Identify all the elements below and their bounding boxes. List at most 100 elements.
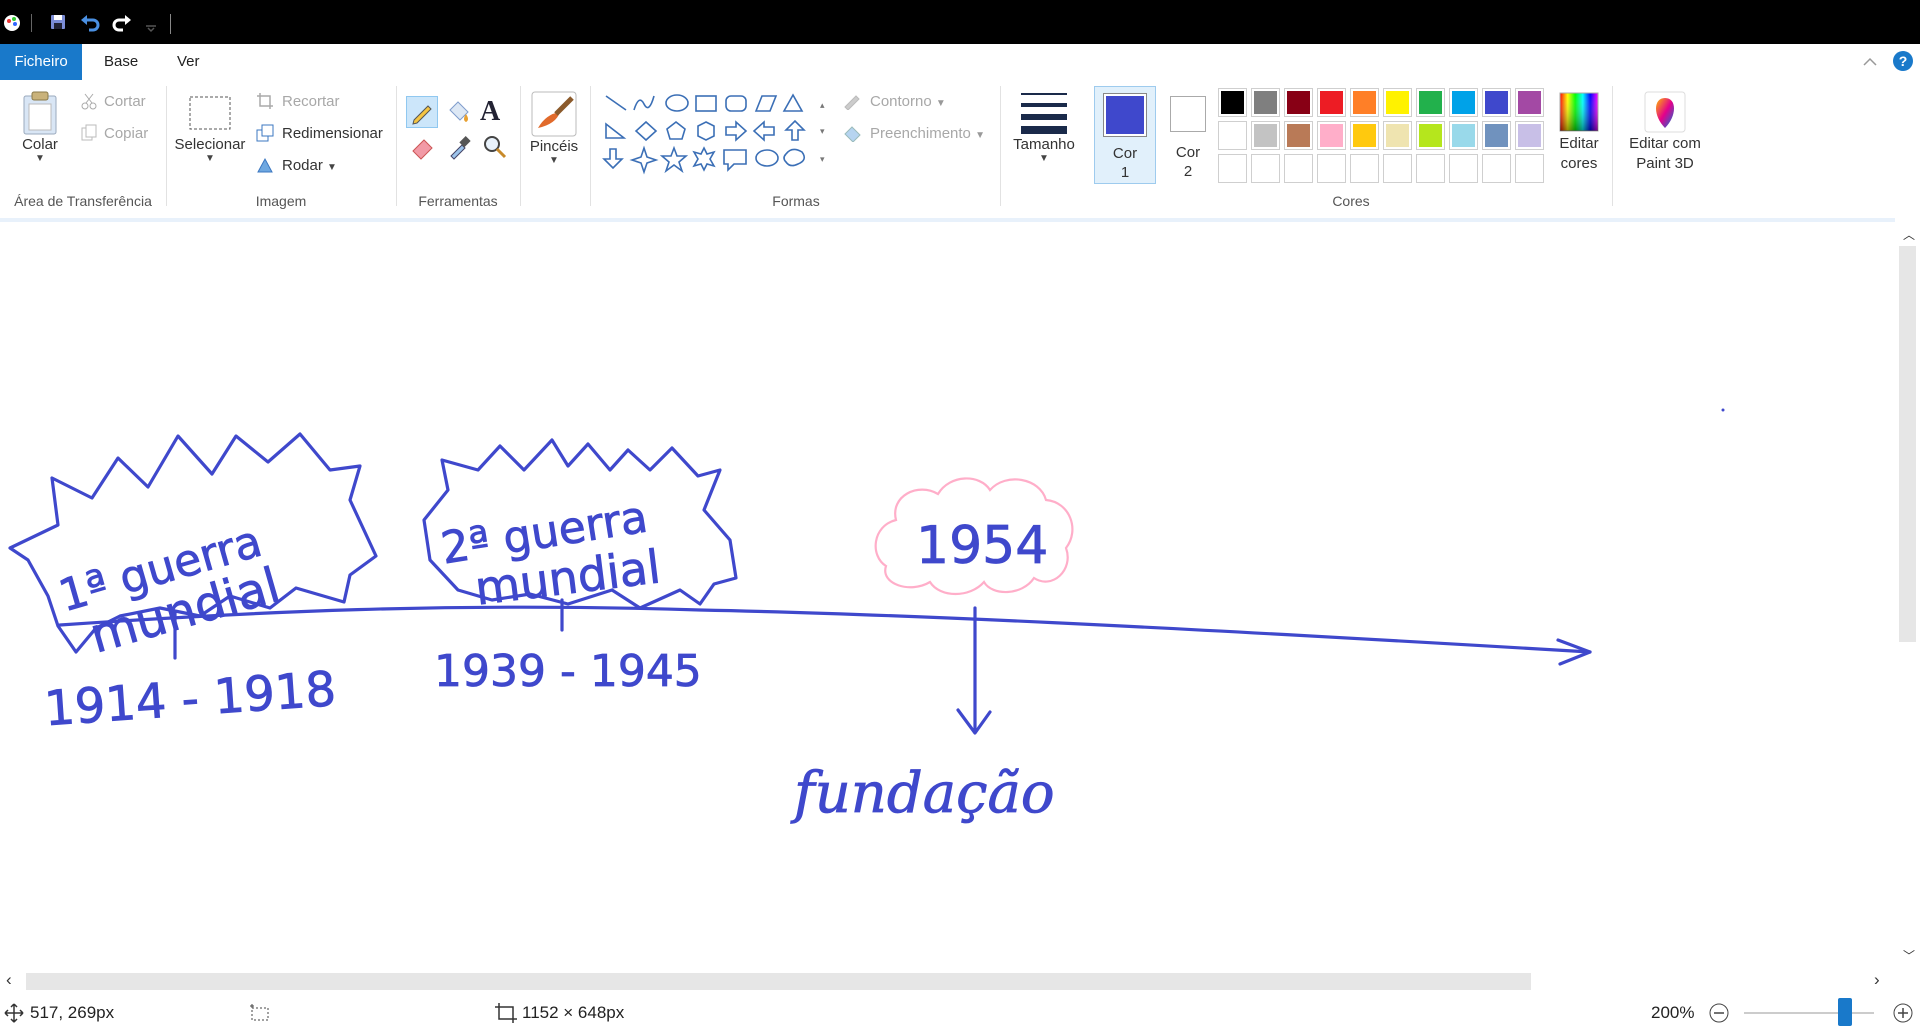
horizontal-scroll-thumb[interactable] bbox=[26, 973, 1531, 990]
paint3d-line1: Editar com bbox=[1629, 135, 1701, 152]
qat-divider bbox=[170, 14, 171, 34]
pencil-tool[interactable] bbox=[406, 96, 438, 128]
clipboard-icon bbox=[23, 91, 57, 135]
chevron-down-icon: ▼ bbox=[1039, 153, 1049, 164]
collapse-ribbon-icon[interactable] bbox=[1862, 54, 1878, 68]
palette-swatch-color bbox=[1452, 124, 1475, 147]
zoom-slider-track[interactable] bbox=[1744, 1012, 1874, 1014]
palette-custom-slot[interactable] bbox=[1383, 154, 1412, 183]
palette-swatch[interactable] bbox=[1218, 88, 1247, 117]
palette-swatch[interactable] bbox=[1416, 88, 1445, 117]
scroll-up-icon[interactable]: ︿ bbox=[1903, 226, 1915, 243]
redo-icon[interactable] bbox=[110, 10, 134, 34]
zoom-out-button[interactable] bbox=[1708, 1002, 1730, 1024]
text-tool-icon[interactable]: A bbox=[480, 96, 500, 128]
palette-custom-slot[interactable] bbox=[1251, 154, 1280, 183]
undo-icon[interactable] bbox=[78, 10, 102, 34]
copy-button[interactable]: Copiar bbox=[104, 125, 148, 142]
palette-swatch[interactable] bbox=[1383, 121, 1412, 150]
palette-swatch[interactable] bbox=[1482, 88, 1511, 117]
palette-swatch[interactable] bbox=[1350, 121, 1379, 150]
year-1954: 1954 bbox=[916, 516, 1048, 576]
customize-qat-icon[interactable] bbox=[140, 10, 164, 34]
palette-swatch-color bbox=[1287, 91, 1310, 114]
palette-swatch-color bbox=[1320, 124, 1343, 147]
palette-swatch[interactable] bbox=[1416, 121, 1445, 150]
palette-swatch[interactable] bbox=[1449, 121, 1478, 150]
color-picker-tool[interactable] bbox=[444, 132, 474, 162]
scroll-left-icon[interactable]: ‹ bbox=[6, 970, 12, 990]
palette-swatch[interactable] bbox=[1515, 121, 1544, 150]
brushes-button[interactable]: Pincéis ▼ bbox=[524, 90, 584, 166]
resize-button[interactable]: Redimensionar bbox=[282, 125, 383, 142]
palette-custom-slot[interactable] bbox=[1218, 154, 1247, 183]
scroll-down-icon[interactable]: ﹀ bbox=[1903, 947, 1915, 964]
palette-swatch[interactable] bbox=[1284, 121, 1313, 150]
palette-custom-slot[interactable] bbox=[1515, 154, 1544, 183]
palette-custom-slot[interactable] bbox=[1317, 154, 1346, 183]
pencil-icon bbox=[412, 105, 432, 125]
crop-button[interactable]: Recortar bbox=[282, 93, 340, 110]
palette-custom-slot[interactable] bbox=[1416, 154, 1445, 183]
palette-swatch[interactable] bbox=[1317, 121, 1346, 150]
copy-icon bbox=[80, 124, 98, 142]
help-icon[interactable]: ? bbox=[1892, 50, 1914, 72]
eraser-tool[interactable] bbox=[408, 132, 438, 162]
rotate-button[interactable]: Rodar ▼ bbox=[282, 157, 337, 174]
palette-swatch[interactable] bbox=[1350, 88, 1379, 117]
palette-swatch[interactable] bbox=[1317, 88, 1346, 117]
palette-swatch[interactable] bbox=[1251, 88, 1280, 117]
qat-divider bbox=[31, 14, 32, 32]
zoom-slider-thumb[interactable] bbox=[1838, 998, 1853, 1026]
palette-custom-slot[interactable] bbox=[1482, 154, 1511, 183]
ribbon-tabs: Ficheiro Base Ver ? bbox=[0, 44, 1920, 80]
timeline-line bbox=[58, 605, 1592, 654]
drawing-svg: 1ª guerra mundial 2ª guerra mundial 1954… bbox=[8, 408, 1725, 826]
edit-paint3d-button[interactable]: Editar com Paint 3D bbox=[1620, 90, 1710, 174]
group-divider bbox=[520, 86, 521, 206]
palette-swatch[interactable] bbox=[1482, 121, 1511, 150]
palette-swatch[interactable] bbox=[1449, 88, 1478, 117]
palette-swatch[interactable] bbox=[1284, 88, 1313, 117]
palette-swatch-color bbox=[1254, 124, 1277, 147]
resize-icon bbox=[256, 124, 274, 142]
paint-app-icon[interactable] bbox=[0, 10, 24, 34]
palette-custom-slot[interactable] bbox=[1350, 154, 1379, 183]
palette-swatch[interactable] bbox=[1218, 121, 1247, 150]
size-button[interactable]: Tamanho ▼ bbox=[1006, 90, 1082, 164]
fill-tool[interactable] bbox=[444, 96, 474, 126]
palette-swatch[interactable] bbox=[1515, 88, 1544, 117]
color1-button[interactable]: Cor 1 bbox=[1094, 86, 1156, 184]
outline-label: Contorno bbox=[870, 93, 932, 110]
canvas-size: 1152 × 648px bbox=[522, 1003, 625, 1022]
shapes-gallery[interactable]: ▴ ▾ ▾ bbox=[602, 92, 842, 186]
magnifier-tool[interactable] bbox=[480, 132, 510, 162]
save-icon[interactable] bbox=[46, 10, 70, 34]
drawing-canvas[interactable]: 1ª guerra mundial 2ª guerra mundial 1954… bbox=[0, 222, 1895, 967]
cut-button[interactable]: Cortar bbox=[104, 93, 146, 110]
tab-file[interactable]: Ficheiro bbox=[0, 44, 82, 80]
tab-view[interactable]: Ver bbox=[163, 44, 214, 80]
palette-swatch[interactable] bbox=[1383, 88, 1412, 117]
zoom-in-icon bbox=[1893, 1003, 1913, 1023]
select-button[interactable]: Selecionar ▼ bbox=[172, 94, 248, 164]
color2-button[interactable]: Cor 2 bbox=[1160, 86, 1212, 184]
fill-button[interactable]: Preenchimento ▼ bbox=[870, 125, 985, 142]
vertical-scroll-thumb[interactable] bbox=[1899, 246, 1916, 642]
eraser-icon bbox=[412, 139, 433, 160]
scroll-right-icon[interactable]: › bbox=[1874, 970, 1880, 990]
edit-colors-button[interactable]: Editar cores bbox=[1548, 90, 1610, 174]
vertical-scrollbar[interactable]: ︿ ﹀ bbox=[1895, 222, 1920, 967]
palette-custom-slot[interactable] bbox=[1284, 154, 1313, 183]
brush-icon bbox=[531, 91, 577, 137]
palette-swatch[interactable] bbox=[1251, 121, 1280, 150]
tab-home[interactable]: Base bbox=[90, 44, 152, 80]
zoom-in-button[interactable] bbox=[1892, 1002, 1914, 1024]
palette-custom-slot[interactable] bbox=[1449, 154, 1478, 183]
palette-swatch-color bbox=[1353, 91, 1376, 114]
rotate-label: Rodar bbox=[282, 157, 323, 174]
outline-button[interactable]: Contorno ▼ bbox=[870, 93, 946, 110]
horizontal-scrollbar[interactable]: ‹ › bbox=[0, 967, 1895, 994]
paste-button[interactable]: Colar ▼ bbox=[14, 90, 66, 164]
paste-label: Colar bbox=[22, 136, 58, 153]
